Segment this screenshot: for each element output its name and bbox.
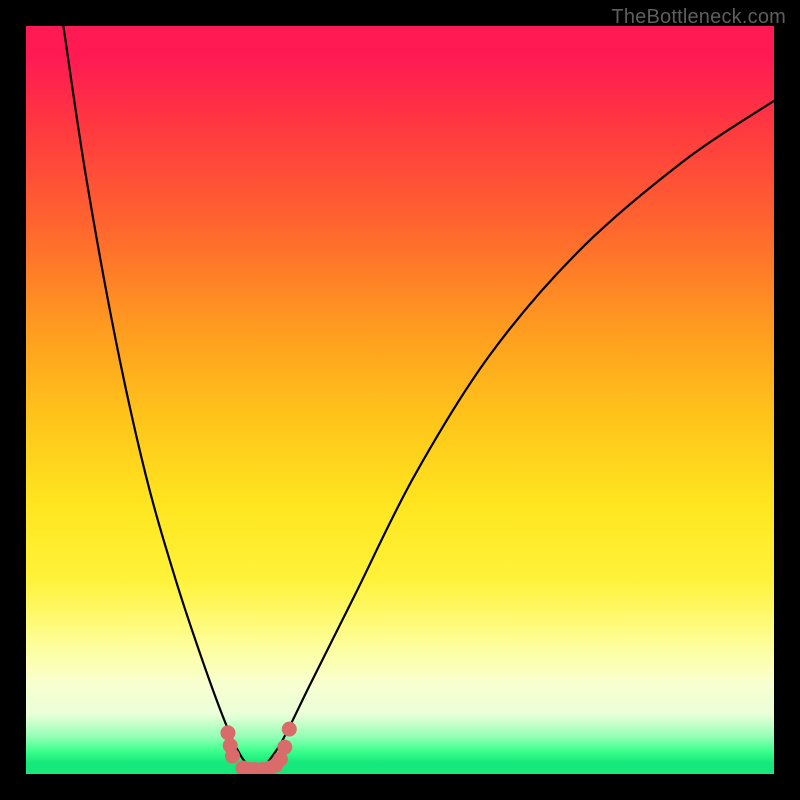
valley-marker xyxy=(277,740,292,755)
valley-markers xyxy=(220,722,296,774)
valley-marker xyxy=(282,722,297,737)
valley-marker xyxy=(225,749,240,764)
plot-area xyxy=(26,26,774,774)
chart-svg xyxy=(26,26,774,774)
right-curve xyxy=(258,101,774,774)
valley-marker xyxy=(220,725,235,740)
left-curve xyxy=(63,26,257,774)
outer-frame: TheBottleneck.com xyxy=(0,0,800,800)
